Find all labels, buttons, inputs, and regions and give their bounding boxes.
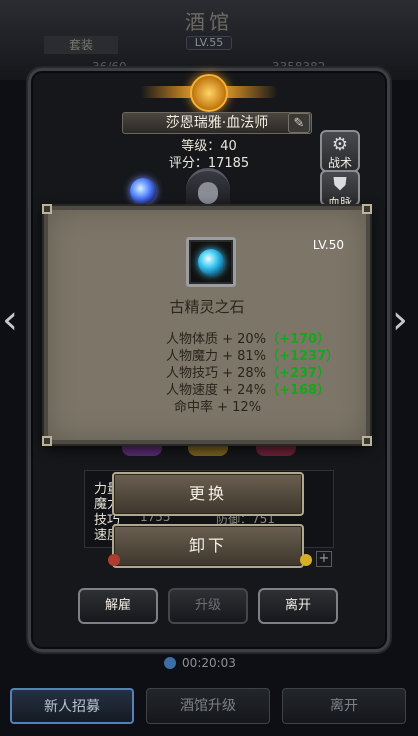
next-arrow-icon[interactable]: ›: [392, 300, 408, 340]
character-name: 莎恩瑞雅·血法师: [122, 112, 312, 134]
item-tooltip: LV.50 古精灵之石 人物体质 + 20%（+170） 人物魔力 + 81%（…: [42, 204, 372, 446]
countdown-timer: 00:20:03: [182, 656, 236, 670]
item-icon-frame: [186, 237, 236, 287]
bloodline-button[interactable]: ⛊ 血脉: [320, 170, 360, 210]
item-name: 古精灵之石: [169, 298, 245, 316]
corner-ornament: [42, 436, 52, 446]
item-attribute: 命中率 + 12%: [174, 400, 262, 415]
leave-tavern-button[interactable]: 离开: [282, 688, 406, 724]
dismiss-button[interactable]: 解雇: [78, 588, 158, 624]
gem-socket: [300, 554, 312, 566]
tactics-button[interactable]: ⚙ 战术: [320, 130, 360, 172]
elf-stone-icon: [198, 249, 224, 275]
tavern-upgrade-button[interactable]: 酒馆升级: [146, 688, 270, 724]
sun-emblem-icon: [190, 74, 228, 112]
replace-button[interactable]: 更换: [112, 472, 304, 516]
hero-face: [198, 182, 218, 204]
upgrade-button[interactable]: 升级: [168, 588, 248, 624]
leave-panel-button[interactable]: 离开: [258, 588, 338, 624]
screen-title: 酒馆: [185, 10, 233, 34]
unequip-button[interactable]: 卸下: [112, 524, 304, 568]
edit-name-button[interactable]: ✎: [288, 113, 310, 133]
pencil-icon: ✎: [293, 116, 305, 131]
magic-orb-icon: [130, 178, 156, 204]
armor-icon: ⛊: [333, 174, 347, 195]
gear-icon: ⚙: [331, 134, 349, 155]
item-level: LV.50: [312, 238, 344, 252]
corner-ornament: [362, 436, 372, 446]
gem-socket: [108, 554, 120, 566]
tab-set[interactable]: 套装: [44, 36, 118, 54]
prev-arrow-icon[interactable]: ‹: [2, 300, 18, 340]
corner-ornament: [362, 204, 372, 214]
add-socket-button[interactable]: +: [316, 551, 332, 567]
tavern-level: LV.55: [186, 36, 232, 50]
recruit-button[interactable]: 新人招募: [10, 688, 134, 724]
corner-ornament: [42, 204, 52, 214]
